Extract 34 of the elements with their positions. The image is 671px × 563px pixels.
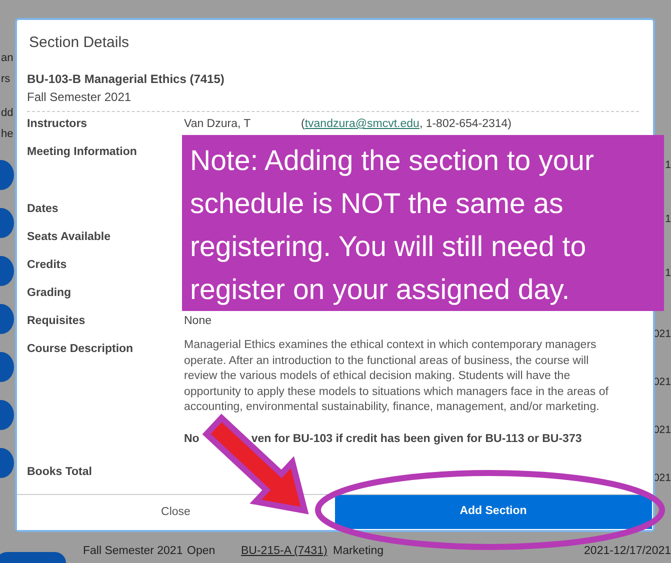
background-text: rs xyxy=(1,72,12,86)
add-section-button[interactable]: Add Section xyxy=(334,495,652,529)
table-cell-text: Marketing xyxy=(333,544,384,559)
field-label: Grading xyxy=(27,286,72,301)
background-text: he xyxy=(1,126,14,142)
field-value: Van Dzura, T xyxy=(184,117,252,132)
term-text: Fall Semester 2021 xyxy=(27,89,132,106)
table-cell-text: Open xyxy=(187,544,216,559)
table-cell-text: 2021-12/17/2021 xyxy=(584,544,671,559)
field-label: Course Description xyxy=(27,342,134,357)
note-text: ven for BU-103 if credit has been given for BU-113 or BU-373 xyxy=(251,432,582,446)
background-text: 1 xyxy=(665,212,671,227)
field-label: Instructors xyxy=(27,117,88,132)
field-label: Meeting Information xyxy=(27,145,138,160)
background-text: 1 xyxy=(665,158,671,173)
course-title: BU-103-B Managerial Ethics (7415) xyxy=(27,71,226,88)
modal-title: Section Details xyxy=(29,34,130,51)
background-text: dd xyxy=(1,106,14,121)
note-text: No xyxy=(184,432,200,446)
note-callout: Note: Adding the section to your schedule is NOT the same as registering. You will still need to register on your assigned day. xyxy=(182,135,664,311)
background-text: 1 xyxy=(665,266,671,280)
section-link[interactable]: BU-215-A (7431) xyxy=(241,542,328,560)
table-cell-text: Fall Semester 2021 xyxy=(83,544,183,559)
field-label: Credits xyxy=(27,258,68,273)
field-label: Dates xyxy=(27,202,60,217)
field-label: Books Total xyxy=(27,464,93,480)
email-link[interactable]: tvandzura@smcvt.edu xyxy=(304,118,420,130)
contact-text: (tvandzura@smcvt.edu, 1-802-654-2314) xyxy=(301,117,512,132)
field-value: None xyxy=(184,314,212,329)
field-label: Seats Available xyxy=(27,230,112,245)
description-text: Managerial Ethics examines the ethical context in which contemporary managers operate. After an introduction to the functional areas of business, the course will review the various models of ethical decision making. Students will have the opportunity to apply these models to situations which managers face in the areas of accounting, environmental sustainability, finance, management, and/or marketing. xyxy=(184,338,610,415)
add-button[interactable] xyxy=(0,552,66,563)
background-text: an xyxy=(1,51,14,66)
field-label: Requisites xyxy=(27,314,86,329)
